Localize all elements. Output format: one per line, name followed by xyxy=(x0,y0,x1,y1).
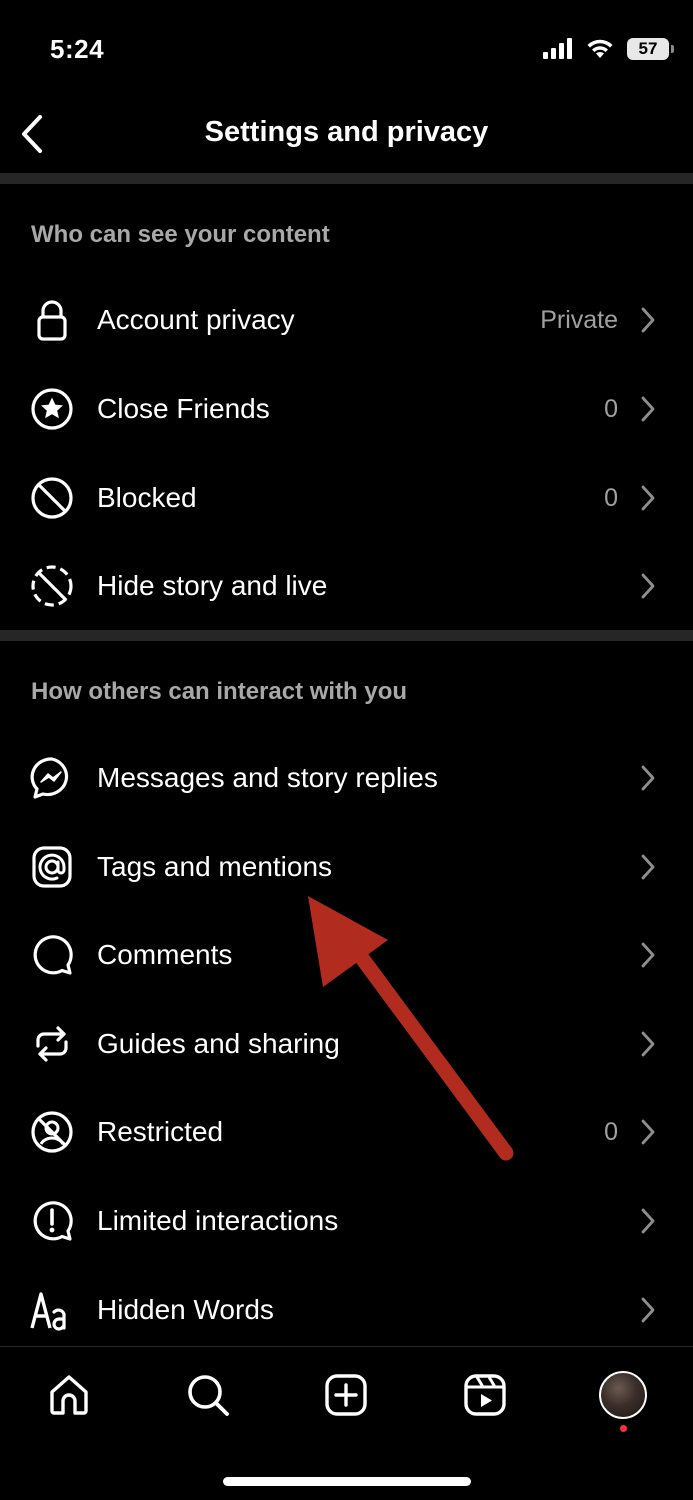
chevron-right-icon xyxy=(639,571,657,601)
settings-row-blocked[interactable]: Blocked 0 xyxy=(0,454,693,542)
nav-header: Settings and privacy xyxy=(0,100,693,172)
cellular-signal-icon xyxy=(543,38,572,59)
chevron-right-icon xyxy=(639,1117,657,1147)
hide-story-icon xyxy=(28,562,76,610)
profile-tab[interactable] xyxy=(595,1367,651,1423)
settings-row-close-friends[interactable]: Close Friends 0 xyxy=(0,365,693,453)
settings-row-limited-interactions[interactable]: Limited interactions xyxy=(0,1177,693,1265)
share-loop-icon xyxy=(28,1020,76,1068)
row-label: Guides and sharing xyxy=(97,1028,340,1059)
settings-row-tags-mentions[interactable]: Tags and mentions xyxy=(0,823,693,911)
hidden-words-icon xyxy=(28,1286,76,1334)
home-icon[interactable] xyxy=(41,1367,97,1423)
reels-icon[interactable] xyxy=(457,1367,513,1423)
chevron-right-icon xyxy=(639,394,657,424)
row-label: Hide story and live xyxy=(97,570,328,601)
settings-row-account-privacy[interactable]: Account privacy Private xyxy=(0,276,693,364)
row-value: 0 xyxy=(604,1117,618,1146)
row-label: Close Friends xyxy=(97,393,270,424)
row-label: Tags and mentions xyxy=(97,851,333,882)
settings-row-restricted[interactable]: Restricted 0 xyxy=(0,1088,693,1176)
row-label: Limited interactions xyxy=(97,1205,339,1236)
lock-icon xyxy=(28,296,76,344)
status-icons: 57 xyxy=(543,38,674,60)
row-label: Messages and story replies xyxy=(97,762,438,793)
settings-row-guides-sharing[interactable]: Guides and sharing xyxy=(0,1000,693,1088)
row-label: Account privacy xyxy=(97,304,295,335)
wifi-icon xyxy=(587,39,613,58)
settings-row-messages[interactable]: Messages and story replies xyxy=(0,734,693,822)
avatar xyxy=(599,1371,647,1419)
comment-icon xyxy=(28,931,76,979)
limited-interactions-icon xyxy=(28,1197,76,1245)
settings-row-hidden-words[interactable]: Hidden Words xyxy=(0,1266,693,1354)
settings-row-comments[interactable]: Comments xyxy=(0,911,693,999)
restricted-icon xyxy=(28,1108,76,1156)
messenger-icon xyxy=(28,754,76,802)
section-header-content: Who can see your content xyxy=(31,221,330,248)
row-label: Blocked xyxy=(97,482,197,513)
status-bar: 5:24 57 xyxy=(0,0,693,100)
create-icon[interactable] xyxy=(318,1367,374,1423)
star-circle-icon xyxy=(28,385,76,433)
chevron-right-icon xyxy=(639,1206,657,1236)
row-label: Comments xyxy=(97,939,233,970)
chevron-right-icon xyxy=(639,763,657,793)
section-header-interactions: How others can interact with you xyxy=(31,678,408,705)
blocked-icon xyxy=(28,474,76,522)
battery-indicator: 57 xyxy=(627,38,674,60)
chevron-right-icon xyxy=(639,852,657,882)
chevron-right-icon xyxy=(639,940,657,970)
status-time: 5:24 xyxy=(50,34,105,64)
row-value: Private xyxy=(540,305,618,334)
row-value: 0 xyxy=(604,483,618,512)
row-value: 0 xyxy=(604,394,618,423)
chevron-right-icon xyxy=(639,483,657,513)
at-sign-icon xyxy=(28,843,76,891)
page-title: Settings and privacy xyxy=(204,116,489,148)
chevron-right-icon xyxy=(639,1029,657,1059)
home-indicator xyxy=(223,1477,471,1486)
section-divider xyxy=(0,173,693,184)
search-icon[interactable] xyxy=(180,1367,236,1423)
row-label: Restricted xyxy=(97,1116,224,1147)
chevron-right-icon xyxy=(639,1295,657,1325)
settings-row-hide-story[interactable]: Hide story and live xyxy=(0,542,693,630)
section-divider xyxy=(0,630,693,641)
chevron-right-icon xyxy=(639,305,657,335)
notification-dot xyxy=(620,1425,627,1432)
row-label: Hidden Words xyxy=(97,1294,274,1325)
